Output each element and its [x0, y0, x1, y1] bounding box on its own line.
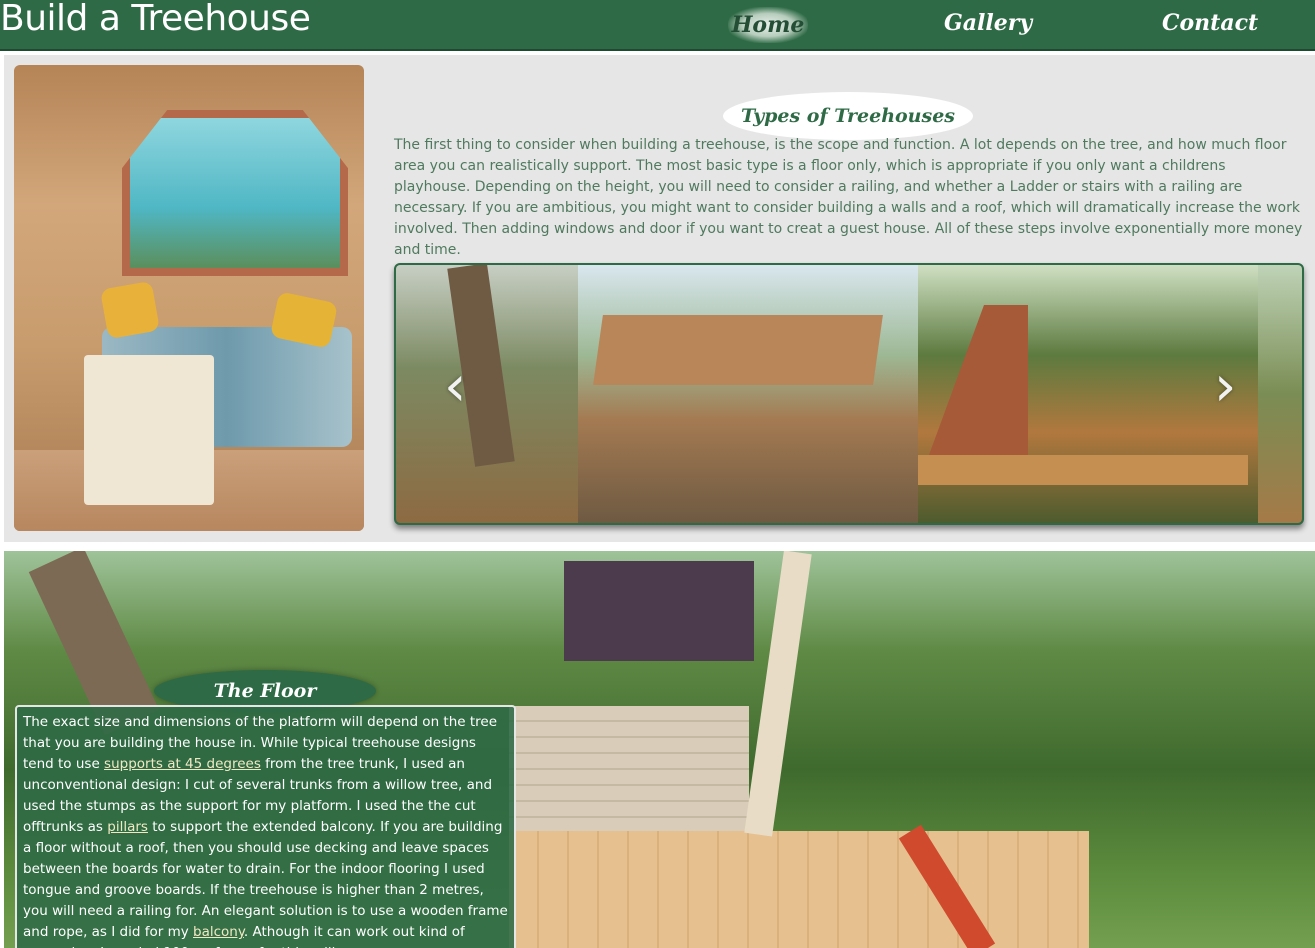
nav-contact-link[interactable]: Contact — [1162, 10, 1258, 36]
chevron-left-icon[interactable]: ‹ — [444, 357, 466, 417]
floor-text-part: to support the extended balcony. If you … — [23, 819, 508, 940]
carousel-slide-ladder-tree — [396, 265, 578, 523]
nav-home-link[interactable]: Home — [728, 7, 808, 43]
supports-link[interactable]: supports at 45 degrees — [104, 756, 261, 772]
types-paragraph: The first thing to consider when buildin… — [394, 137, 1303, 258]
site-title[interactable]: Build a Treehouse — [0, 0, 311, 39]
chevron-right-icon[interactable]: › — [1214, 357, 1236, 417]
floor-paragraph: The exact size and dimensions of the pla… — [15, 705, 516, 948]
types-section: Types of Treehouses The first thing to c… — [4, 55, 1315, 542]
types-heading: Types of Treehouses — [723, 91, 973, 140]
site-header: Build a Treehouse Home Gallery Contact — [0, 0, 1315, 51]
carousel-slide-platform — [578, 265, 918, 523]
carousel-slide-next-peek — [1258, 265, 1302, 523]
treehouse-carousel[interactable]: ‹ › — [394, 263, 1304, 525]
treehouse-interior-photo — [14, 65, 364, 531]
balcony-link[interactable]: balcony — [193, 924, 244, 940]
floor-section: The Floor The exact size and dimensions … — [4, 551, 1315, 948]
nav-gallery-link[interactable]: Gallery — [944, 10, 1032, 36]
carousel-slide-aframe — [918, 265, 1258, 523]
pillars-link[interactable]: pillars — [107, 819, 148, 835]
